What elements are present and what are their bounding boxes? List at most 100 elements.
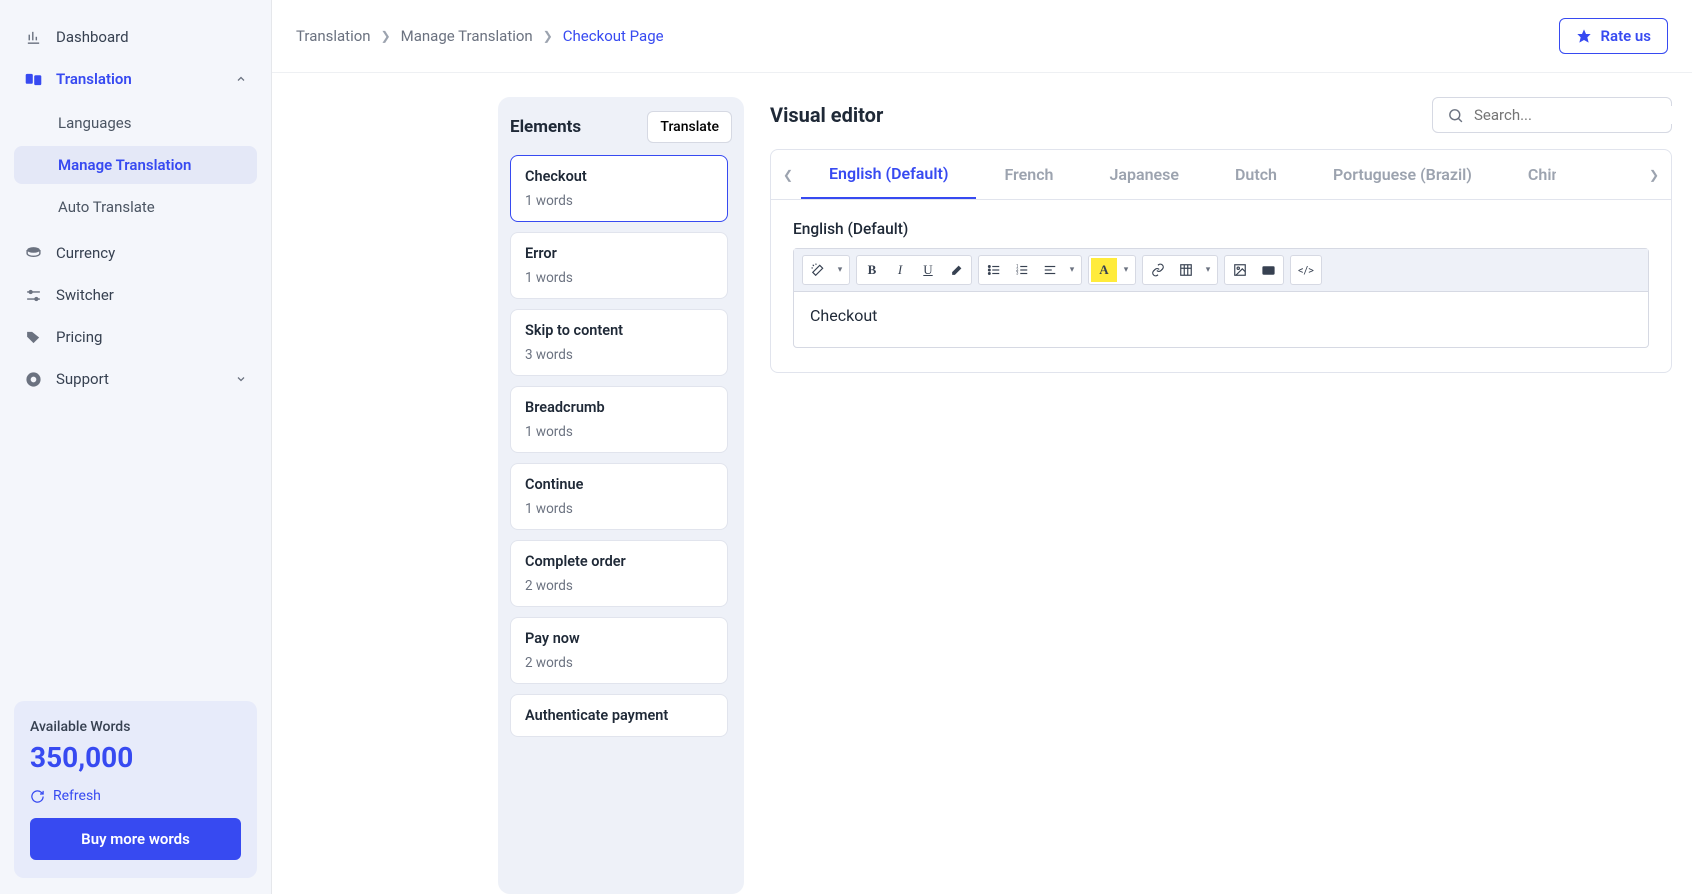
dropdown-caret-icon[interactable]: ▾ <box>1065 258 1079 282</box>
element-title: Pay now <box>525 630 713 647</box>
chevron-down-icon <box>235 373 247 385</box>
sidebar-sub-manage-translation[interactable]: Manage Translation <box>14 146 257 184</box>
sidebar-item-label: Support <box>56 370 109 388</box>
element-title: Checkout <box>525 168 713 185</box>
element-title: Breadcrumb <box>525 399 713 416</box>
sidebar-item-pricing[interactable]: Pricing <box>14 316 257 358</box>
search-input[interactable] <box>1474 106 1673 124</box>
element-card[interactable]: Skip to content 3 words <box>510 309 728 376</box>
breadcrumb-item[interactable]: Manage Translation <box>401 27 533 45</box>
translate-button[interactable]: Translate <box>647 111 732 143</box>
element-title: Continue <box>525 476 713 493</box>
lang-tab-chinese[interactable]: Chinese <box>1500 151 1556 198</box>
search-box[interactable] <box>1432 97 1672 133</box>
available-words-label: Available Words <box>30 719 241 735</box>
table-button[interactable] <box>1173 258 1199 282</box>
breadcrumb-item-current: Checkout Page <box>563 27 664 45</box>
elements-title: Elements <box>510 117 581 137</box>
tag-icon <box>24 328 42 346</box>
magic-wand-icon[interactable] <box>805 258 831 282</box>
element-meta: 1 words <box>525 193 713 209</box>
editor-body: English (Default) ▾ B I U <box>771 200 1671 372</box>
visual-editor-title: Visual editor <box>770 103 883 127</box>
element-meta: 2 words <box>525 578 713 594</box>
italic-button[interactable]: I <box>887 258 913 282</box>
sidebar-item-support[interactable]: Support <box>14 358 257 400</box>
element-card[interactable]: Continue 1 words <box>510 463 728 530</box>
breadcrumb-item[interactable]: Translation <box>296 27 371 45</box>
video-button[interactable] <box>1255 258 1281 282</box>
element-card[interactable]: Authenticate payment <box>510 694 728 737</box>
lang-tab-japanese[interactable]: Japanese <box>1081 151 1206 198</box>
search-icon <box>1447 107 1464 124</box>
code-view-button[interactable]: </> <box>1293 258 1319 282</box>
bold-button[interactable]: B <box>859 258 885 282</box>
help-circle-icon <box>24 370 42 388</box>
chevron-up-icon <box>235 73 247 85</box>
elements-header: Elements Translate <box>510 111 732 143</box>
element-title: Authenticate payment <box>525 707 713 724</box>
dropdown-caret-icon[interactable]: ▾ <box>833 258 847 282</box>
eraser-button[interactable] <box>943 258 969 282</box>
ordered-list-button[interactable]: 123 <box>1009 258 1035 282</box>
element-card[interactable]: Pay now 2 words <box>510 617 728 684</box>
rte-content-area[interactable]: Checkout <box>794 292 1648 347</box>
refresh-label: Refresh <box>53 788 101 804</box>
lang-tab-french[interactable]: French <box>976 151 1081 198</box>
align-button[interactable] <box>1037 258 1063 282</box>
chart-icon <box>24 28 42 46</box>
sidebar-item-currency[interactable]: Currency <box>14 232 257 274</box>
element-meta: 1 words <box>525 270 713 286</box>
sidebar-submenu-translation: Languages Manage Translation Auto Transl… <box>14 104 257 226</box>
element-card[interactable]: Error 1 words <box>510 232 728 299</box>
sidebar-item-dashboard[interactable]: Dashboard <box>14 16 257 58</box>
sidebar-sub-languages[interactable]: Languages <box>14 104 257 142</box>
refresh-button[interactable]: Refresh <box>30 788 241 804</box>
element-title: Error <box>525 245 713 262</box>
rate-us-label: Rate us <box>1600 27 1651 45</box>
tabs-scroll-right[interactable]: ❯ <box>1645 164 1663 186</box>
buy-more-words-button[interactable]: Buy more words <box>30 818 241 860</box>
content-area: Elements Translate Checkout 1 words Erro… <box>272 73 1692 894</box>
elements-list[interactable]: Checkout 1 words Error 1 words Skip to c… <box>510 155 732 880</box>
font-color-button[interactable]: A <box>1091 258 1117 282</box>
star-icon <box>1576 28 1592 44</box>
dropdown-caret-icon[interactable]: ▾ <box>1201 258 1215 282</box>
rate-us-button[interactable]: Rate us <box>1559 18 1668 54</box>
element-title: Skip to content <box>525 322 713 339</box>
image-button[interactable] <box>1227 258 1253 282</box>
translate-icon <box>24 70 42 88</box>
topbar: Translation ❯ Manage Translation ❯ Check… <box>272 0 1692 73</box>
element-meta: 3 words <box>525 347 713 363</box>
element-meta: 1 words <box>525 424 713 440</box>
refresh-icon <box>30 789 45 804</box>
sidebar-item-translation[interactable]: Translation <box>14 58 257 100</box>
main-content: Translation ❯ Manage Translation ❯ Check… <box>272 0 1692 894</box>
link-button[interactable] <box>1145 258 1171 282</box>
unordered-list-button[interactable] <box>981 258 1007 282</box>
sidebar-sub-auto-translate[interactable]: Auto Translate <box>14 188 257 226</box>
breadcrumb: Translation ❯ Manage Translation ❯ Check… <box>296 27 664 45</box>
editor-header: Visual editor <box>770 97 1672 133</box>
lang-tab-english[interactable]: English (Default) <box>801 150 976 199</box>
sidebar-item-label: Pricing <box>56 328 102 346</box>
element-card[interactable]: Breadcrumb 1 words <box>510 386 728 453</box>
current-language-label: English (Default) <box>793 220 1649 238</box>
rte-toolbar: ▾ B I U 123 <box>794 249 1648 292</box>
element-card[interactable]: Checkout 1 words <box>510 155 728 222</box>
language-tabs: ❮ English (Default) French Japanese Dutc… <box>771 150 1671 200</box>
sidebar-item-label: Currency <box>56 244 115 262</box>
sliders-icon <box>24 286 42 304</box>
lang-tab-dutch[interactable]: Dutch <box>1207 151 1305 198</box>
editor-box: ❮ English (Default) French Japanese Dutc… <box>770 149 1672 373</box>
underline-button[interactable]: U <box>915 258 941 282</box>
element-meta: 2 words <box>525 655 713 671</box>
lang-tab-portuguese[interactable]: Portuguese (Brazil) <box>1305 151 1500 198</box>
dropdown-caret-icon[interactable]: ▾ <box>1119 258 1133 282</box>
element-card[interactable]: Complete order 2 words <box>510 540 728 607</box>
visual-editor-panel: Visual editor ❮ English (Default) French… <box>770 97 1672 894</box>
svg-text:3: 3 <box>1016 271 1019 276</box>
tabs-scroll-left[interactable]: ❮ <box>779 164 797 186</box>
element-meta: 1 words <box>525 501 713 517</box>
sidebar-item-switcher[interactable]: Switcher <box>14 274 257 316</box>
